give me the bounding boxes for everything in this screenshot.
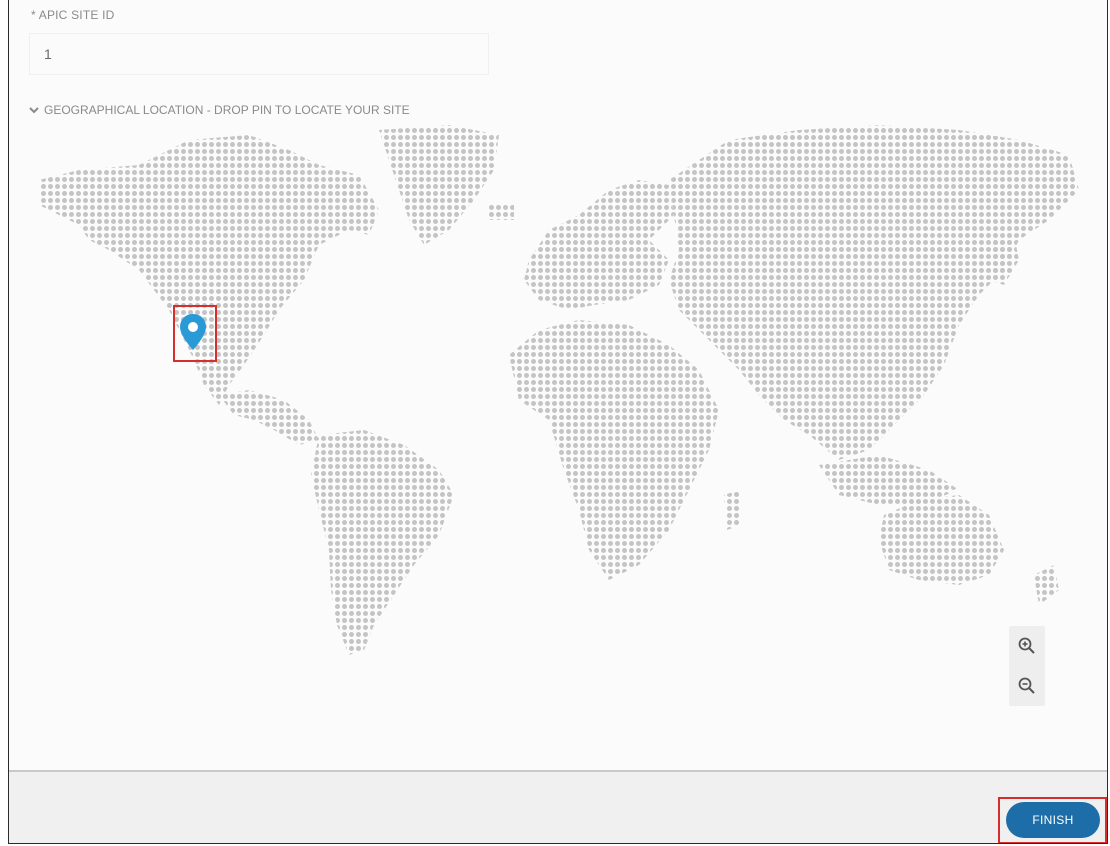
finish-button[interactable]: FINISH: [1006, 802, 1100, 838]
footer-bar: [9, 772, 1107, 843]
site-config-dialog: * APIC SITE ID 1 GEOGRAPHICAL LOCATION -…: [8, 0, 1108, 844]
asia-landmass: [669, 125, 1079, 460]
south-america-landmass: [311, 430, 454, 655]
greenland-landmass: [379, 125, 499, 245]
geo-location-label: GEOGRAPHICAL LOCATION - DROP PIN TO LOCA…: [44, 103, 410, 117]
world-map-dots: [39, 125, 1079, 655]
zoom-controls: [1009, 626, 1045, 706]
australia-landmass: [879, 495, 1004, 585]
zoom-in-icon: [1018, 637, 1035, 654]
site-id-label: * APIC SITE ID: [31, 8, 115, 22]
se-asia-islands: [819, 455, 959, 505]
zoom-out-button[interactable]: [1009, 666, 1045, 706]
iceland-landmass: [489, 205, 514, 220]
central-america-landmass: [219, 390, 319, 445]
africa-landmass: [509, 320, 719, 580]
geo-location-toggle[interactable]: GEOGRAPHICAL LOCATION - DROP PIN TO LOCA…: [29, 103, 410, 117]
europe-landmass: [524, 180, 674, 310]
chevron-down-icon: [29, 107, 39, 114]
zoom-in-button[interactable]: [1009, 626, 1045, 666]
zoom-out-icon: [1018, 677, 1035, 694]
map-pin-icon[interactable]: [177, 312, 209, 352]
world-map[interactable]: [19, 120, 1107, 760]
site-id-input[interactable]: 1: [29, 33, 489, 75]
north-america-landmass: [39, 135, 379, 405]
madagascar-landmass: [724, 490, 741, 530]
new-zealand-landmass: [1034, 565, 1059, 605]
